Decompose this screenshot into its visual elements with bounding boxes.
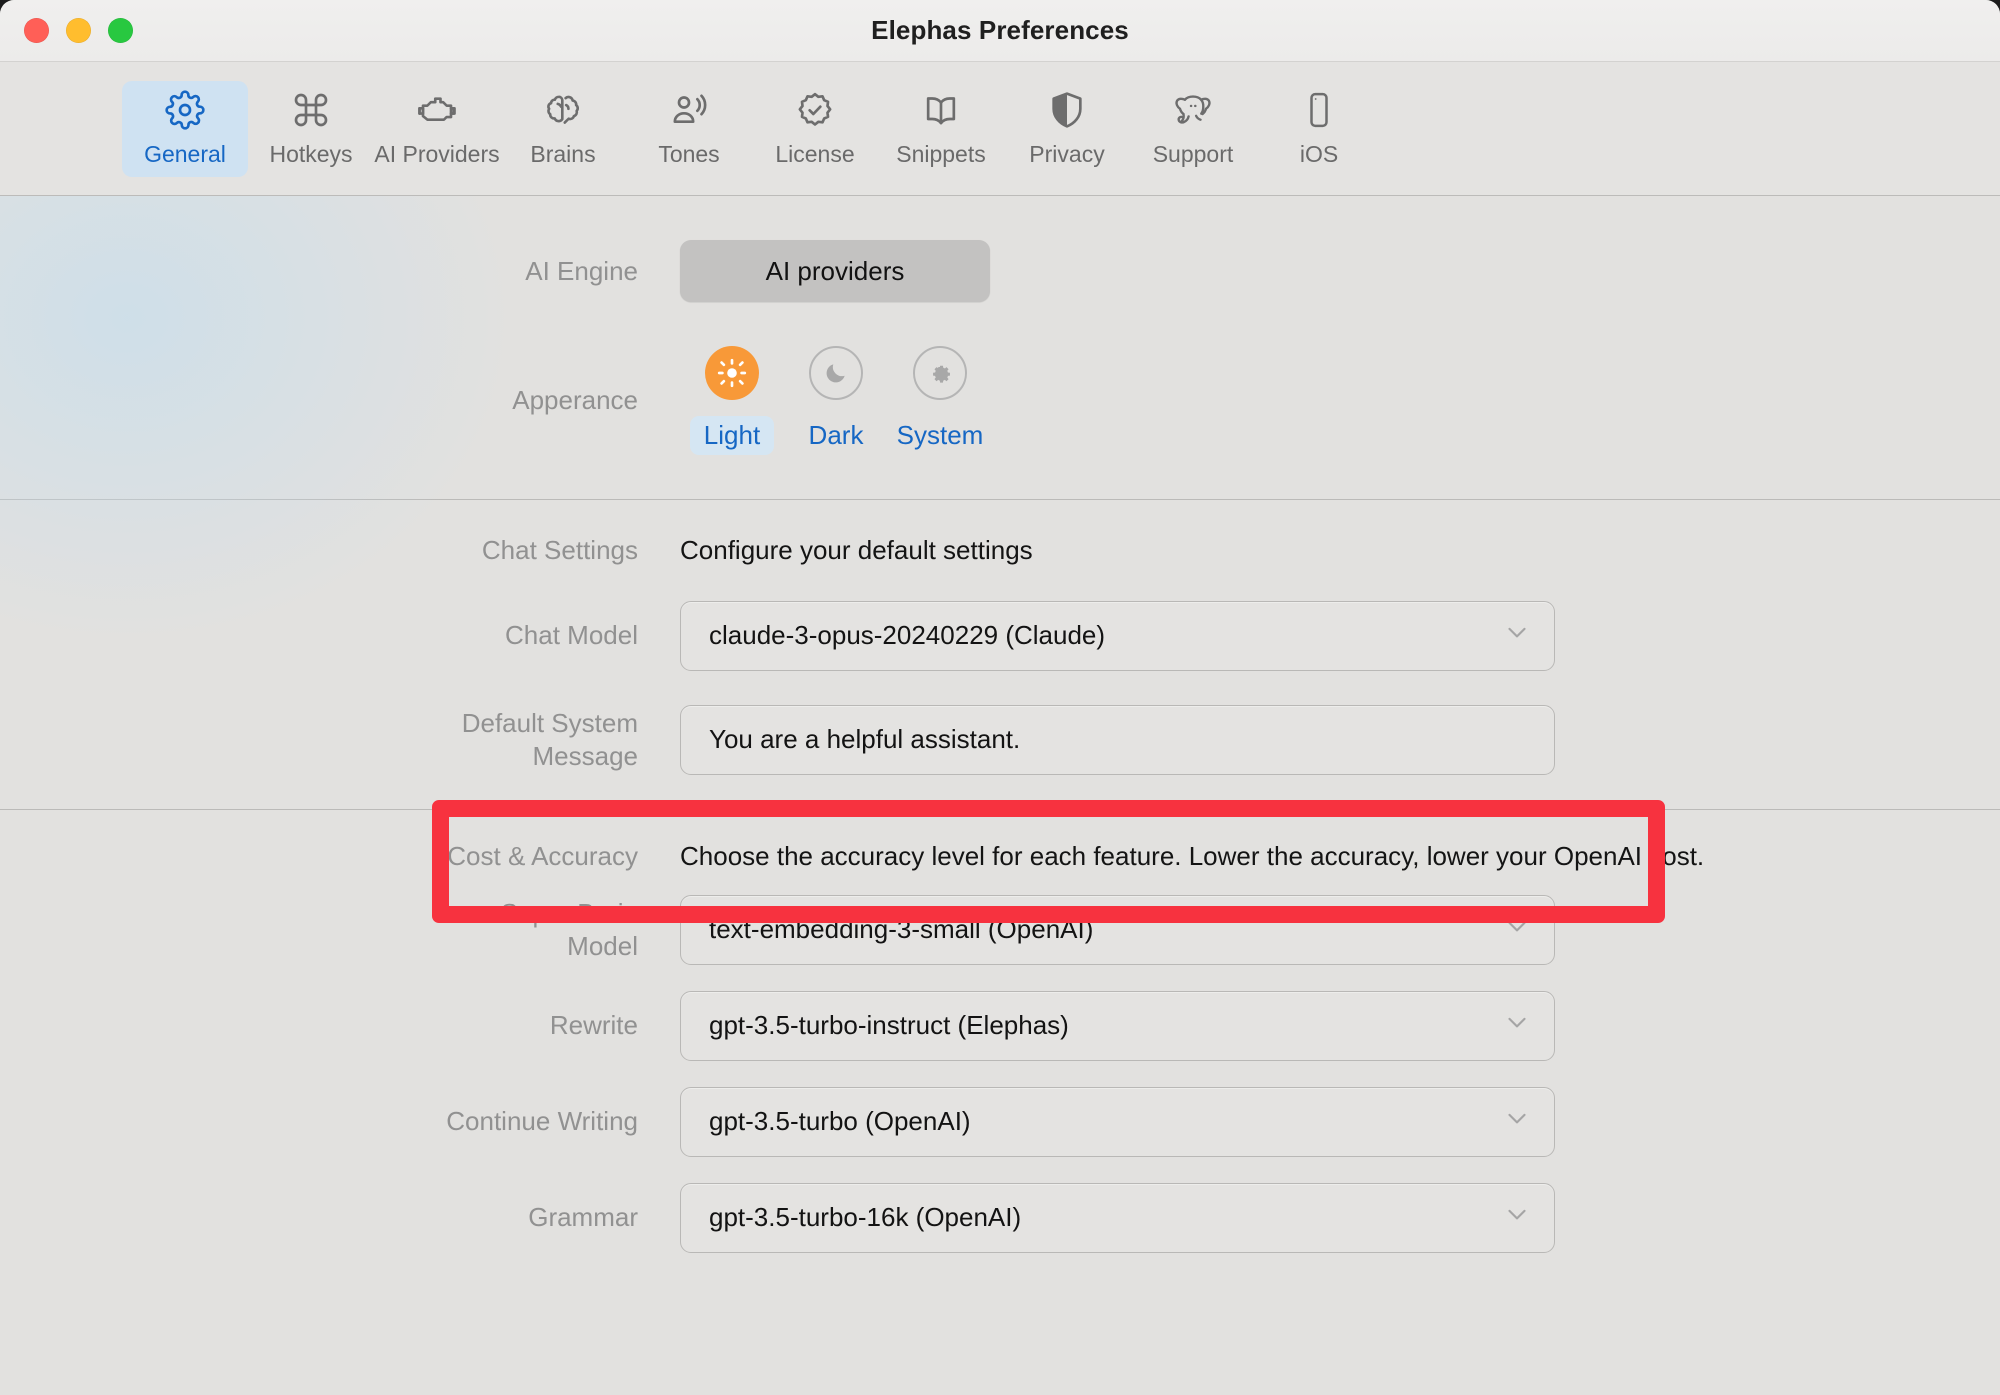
tab-label: Brains	[530, 141, 596, 167]
close-button[interactable]	[24, 18, 49, 43]
label-line-2: Model	[567, 930, 638, 961]
ai-engine-label: AI Engine	[525, 255, 638, 286]
grammar-dropdown[interactable]: gpt-3.5-turbo-16k (OpenAI)	[680, 1182, 1555, 1253]
tab-label: Hotkeys	[269, 141, 353, 167]
tab-ai-providers[interactable]: AI Providers	[374, 81, 500, 177]
super-brain-model-label: Super Brain Model	[0, 897, 680, 963]
super-brain-model-dropdown[interactable]: text-embedding-3-small (OpenAI)	[680, 894, 1555, 965]
preferences-toolbar: General Hotkeys AI Providers Brains Tone…	[0, 62, 2000, 196]
chevron-down-icon	[1502, 911, 1532, 948]
chat-model-value: claude-3-opus-20240229 (Claude)	[709, 620, 1106, 651]
chevron-down-icon	[1502, 1007, 1532, 1044]
chat-model-dropdown[interactable]: claude-3-opus-20240229 (Claude)	[680, 600, 1555, 671]
shield-icon	[1047, 89, 1087, 131]
row-ai-engine: AI Engine AI providers	[0, 196, 2000, 302]
command-key-icon	[291, 89, 331, 131]
traffic-light-buttons	[0, 18, 133, 43]
rewrite-label: Rewrite	[549, 1010, 638, 1041]
chevron-down-icon	[1502, 1199, 1532, 1236]
general-pane: AI Engine AI providers Apperance Light D…	[0, 196, 2000, 1395]
chat-settings-description: Configure your default settings	[680, 534, 1033, 565]
open-book-icon	[921, 89, 961, 131]
row-default-system-message: Default System Message You are a helpful…	[0, 671, 2000, 809]
ai-providers-button[interactable]: AI providers	[680, 240, 990, 302]
window-title: Elephas Preferences	[871, 15, 1129, 45]
preferences-window: Elephas Preferences General Hotkeys AI P…	[0, 0, 2000, 1395]
brain-icon	[542, 89, 584, 131]
tab-label: License	[775, 141, 855, 167]
tab-label: iOS	[1299, 141, 1339, 167]
chat-model-label: Chat Model	[505, 620, 638, 651]
cost-accuracy-label: Cost & Accuracy	[447, 840, 638, 871]
continue-writing-label: Continue Writing	[446, 1106, 638, 1137]
tab-tones[interactable]: Tones	[626, 81, 752, 177]
super-brain-model-value: text-embedding-3-small (OpenAI)	[709, 914, 1094, 944]
tab-label: AI Providers	[374, 141, 500, 167]
label-line-2: Message	[532, 740, 639, 771]
seal-checkmark-icon	[795, 89, 835, 131]
tab-label: Tones	[658, 141, 720, 167]
rewrite-value: gpt-3.5-turbo-instruct (Elephas)	[709, 1010, 1069, 1040]
appearance-option-label: Light	[689, 416, 775, 455]
gear-icon	[913, 346, 967, 400]
appearance-option-system[interactable]: System	[888, 346, 992, 455]
zoom-button[interactable]	[108, 18, 133, 43]
tab-label: Snippets	[896, 141, 986, 167]
title-bar: Elephas Preferences	[0, 0, 2000, 62]
chat-settings-label: Chat Settings	[481, 535, 638, 565]
grammar-value: gpt-3.5-turbo-16k (OpenAI)	[709, 1202, 1022, 1232]
tab-label: Support	[1152, 141, 1234, 167]
continue-writing-value: gpt-3.5-turbo (OpenAI)	[709, 1106, 971, 1136]
tab-brains[interactable]: Brains	[500, 81, 626, 177]
default-system-message-label: Default System Message	[0, 707, 680, 773]
tab-general[interactable]: General	[122, 80, 248, 177]
tab-support[interactable]: Support	[1130, 81, 1256, 177]
default-system-message-input[interactable]: You are a helpful assistant.	[680, 704, 1555, 775]
appearance-label: Apperance	[512, 385, 638, 416]
appearance-option-light[interactable]: Light	[680, 346, 784, 455]
row-super-brain-model: Super Brain Model text-embedding-3-small…	[0, 873, 2000, 965]
moon-icon	[809, 346, 863, 400]
elephant-icon	[1171, 89, 1215, 131]
appearance-option-label: Dark	[808, 420, 864, 450]
row-cost-accuracy-header: Cost & Accuracy Choose the accuracy leve…	[0, 810, 2000, 873]
tab-privacy[interactable]: Privacy	[1004, 81, 1130, 177]
continue-writing-dropdown[interactable]: gpt-3.5-turbo (OpenAI)	[680, 1086, 1555, 1157]
row-chat-settings-header: Chat Settings Configure your default set…	[0, 500, 2000, 567]
tab-ios[interactable]: iOS	[1256, 81, 1382, 177]
label-line-1: Super Brain	[500, 897, 638, 928]
appearance-option-dark[interactable]: Dark	[784, 346, 888, 455]
tab-hotkeys[interactable]: Hotkeys	[248, 81, 374, 177]
chevron-down-icon	[1502, 617, 1532, 654]
grammar-label: Grammar	[528, 1202, 638, 1233]
cost-accuracy-description: Choose the accuracy level for each featu…	[680, 840, 1705, 871]
gear-icon	[165, 89, 205, 131]
appearance-options: Light Dark System	[680, 346, 992, 455]
tab-license[interactable]: License	[752, 81, 878, 177]
row-grammar: Grammar gpt-3.5-turbo-16k (OpenAI)	[0, 1157, 2000, 1253]
engine-icon	[416, 89, 458, 131]
person-speaking-icon	[669, 89, 709, 131]
section-cost-accuracy: Cost & Accuracy Choose the accuracy leve…	[0, 810, 2000, 1253]
rewrite-dropdown[interactable]: gpt-3.5-turbo-instruct (Elephas)	[680, 990, 1555, 1061]
minimize-button[interactable]	[66, 18, 91, 43]
row-continue-writing: Continue Writing gpt-3.5-turbo (OpenAI)	[0, 1061, 2000, 1157]
tab-snippets[interactable]: Snippets	[878, 81, 1004, 177]
row-chat-model: Chat Model claude-3-opus-20240229 (Claud…	[0, 567, 2000, 671]
tab-label: Privacy	[1029, 141, 1105, 167]
label-line-1: Default System	[461, 708, 638, 738]
chevron-down-icon	[1502, 1103, 1532, 1140]
appearance-option-label: System	[896, 420, 984, 450]
row-appearance: Apperance Light Dark System	[0, 302, 2000, 499]
section-chat-settings: Chat Settings Configure your default set…	[0, 500, 2000, 809]
sun-icon	[705, 346, 759, 400]
iphone-icon	[1299, 89, 1339, 131]
tab-label: General	[144, 141, 226, 167]
default-system-message-value: You are a helpful assistant.	[709, 724, 1021, 755]
row-rewrite: Rewrite gpt-3.5-turbo-instruct (Elephas)	[0, 965, 2000, 1061]
section-engine-appearance: AI Engine AI providers Apperance Light D…	[0, 196, 2000, 499]
